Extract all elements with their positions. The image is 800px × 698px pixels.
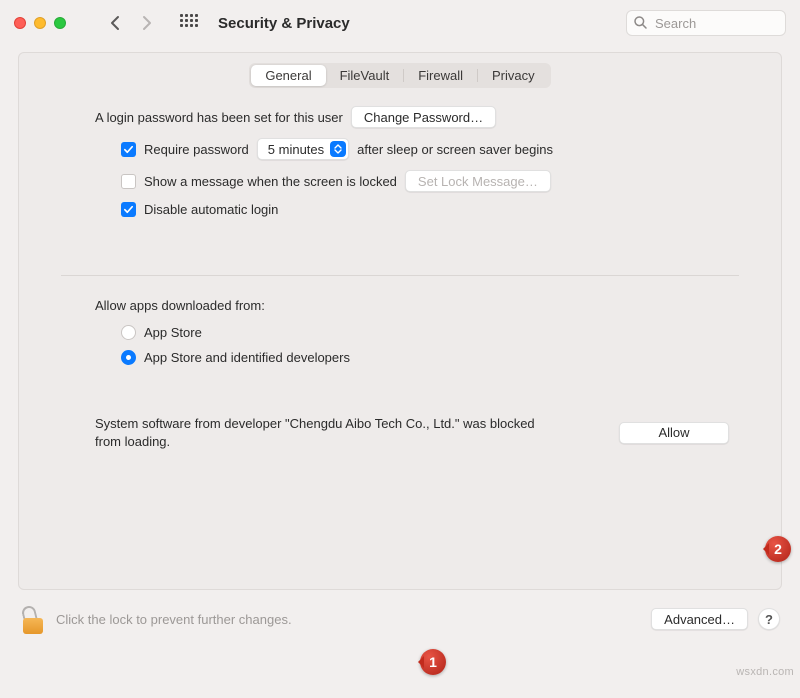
minimize-window-icon[interactable]	[34, 17, 46, 29]
show-message-label: Show a message when the screen is locked	[144, 174, 397, 189]
window-title: Security & Privacy	[218, 15, 350, 32]
nav-arrows	[100, 10, 162, 36]
zoom-window-icon[interactable]	[54, 17, 66, 29]
close-window-icon[interactable]	[14, 17, 26, 29]
require-password-delay-value: 5 minutes	[268, 142, 324, 157]
titlebar: Security & Privacy	[0, 0, 800, 52]
tab-filevault[interactable]: FileVault	[326, 65, 404, 86]
radio-icon	[121, 325, 136, 340]
preferences-panel: General FileVault Firewall Privacy A log…	[18, 52, 782, 590]
require-password-after-label: after sleep or screen saver begins	[357, 142, 553, 157]
forward-button[interactable]	[132, 10, 162, 36]
set-lock-message-button: Set Lock Message…	[405, 170, 551, 192]
general-tab-content: A login password has been set for this u…	[19, 106, 781, 450]
annotation-1: 1	[420, 649, 446, 675]
require-password-label: Require password	[144, 142, 249, 157]
require-password-delay-select[interactable]: 5 minutes	[257, 138, 349, 160]
radio-app-store-label: App Store	[144, 325, 202, 340]
lock-status-text: Click the lock to prevent further change…	[56, 612, 292, 627]
radio-identified-developers[interactable]: App Store and identified developers	[121, 350, 739, 365]
login-password-row: A login password has been set for this u…	[95, 106, 739, 128]
chevron-right-icon	[141, 15, 153, 31]
checkmark-icon	[123, 204, 134, 215]
section-divider	[61, 275, 739, 276]
watermark: wsxdn.com	[736, 666, 794, 678]
show-all-preferences-button[interactable]	[180, 14, 198, 32]
disable-auto-login-row: Disable automatic login	[121, 202, 739, 217]
show-message-checkbox[interactable]	[121, 174, 136, 189]
tab-bar: General FileVault Firewall Privacy	[19, 53, 781, 106]
radio-identified-label: App Store and identified developers	[144, 350, 350, 365]
disable-auto-login-label: Disable automatic login	[144, 202, 278, 217]
login-password-text: A login password has been set for this u…	[95, 110, 343, 125]
search-icon	[633, 15, 648, 30]
allow-button[interactable]: Allow	[619, 422, 729, 444]
advanced-button[interactable]: Advanced…	[651, 608, 748, 630]
require-password-row: Require password 5 minutes after sleep o…	[121, 138, 739, 160]
allow-apps-heading: Allow apps downloaded from:	[95, 298, 739, 313]
tab-privacy[interactable]: Privacy	[478, 65, 549, 86]
search-input[interactable]	[626, 10, 786, 36]
back-button[interactable]	[100, 10, 130, 36]
footer: Click the lock to prevent further change…	[0, 604, 800, 638]
select-stepper-icon	[330, 141, 346, 157]
window-controls	[14, 17, 66, 29]
show-message-row: Show a message when the screen is locked…	[121, 170, 739, 192]
tab-firewall[interactable]: Firewall	[404, 65, 477, 86]
chevron-down-icon	[334, 149, 342, 154]
tab-general[interactable]: General	[251, 65, 325, 86]
help-button[interactable]: ?	[758, 608, 780, 630]
change-password-button[interactable]: Change Password…	[351, 106, 496, 128]
annotation-2: 2	[765, 536, 791, 562]
radio-icon	[121, 350, 136, 365]
radio-app-store[interactable]: App Store	[121, 325, 739, 340]
checkmark-icon	[123, 144, 134, 155]
blocked-software-text: System software from developer "Chengdu …	[95, 415, 535, 450]
disable-auto-login-checkbox[interactable]	[121, 202, 136, 217]
allow-apps-radio-group: App Store App Store and identified devel…	[121, 325, 739, 365]
chevron-left-icon	[109, 15, 121, 31]
blocked-software-row: System software from developer "Chengdu …	[95, 415, 729, 450]
search-container	[626, 10, 786, 36]
require-password-checkbox[interactable]	[121, 142, 136, 157]
lock-unlocked-icon[interactable]	[20, 604, 46, 634]
